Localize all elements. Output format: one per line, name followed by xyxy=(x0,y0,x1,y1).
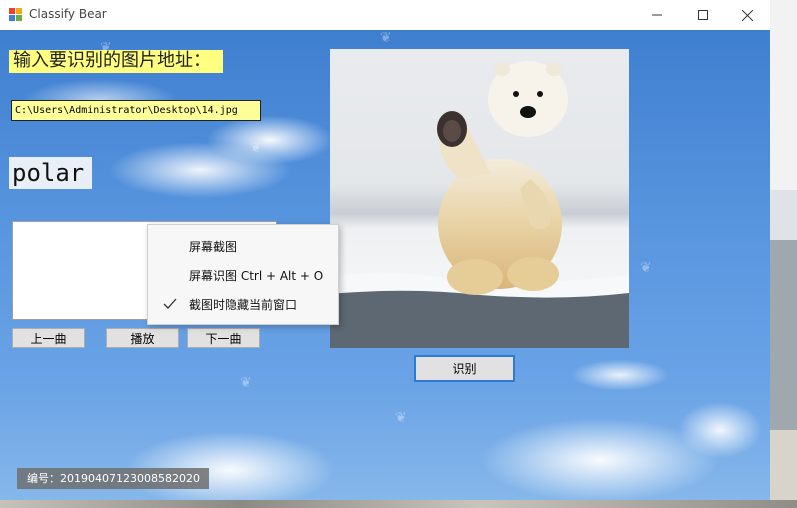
menu-item-hide-window-on-capture[interactable]: 截图时隐藏当前窗口 xyxy=(148,290,338,318)
serial-number-label: 编号：20190407123008582020 xyxy=(17,468,209,489)
watermark-icon: ❦ xyxy=(250,140,262,156)
menu-item-label: 屏幕识图 Ctrl + Alt + O xyxy=(189,268,324,283)
close-icon xyxy=(741,9,753,21)
watermark-icon: ❦ xyxy=(380,30,392,46)
close-button[interactable] xyxy=(724,0,770,30)
maximize-icon xyxy=(698,10,708,20)
menu-item-label: 截图时隐藏当前窗口 xyxy=(189,297,298,312)
classification-result-label: polar xyxy=(9,157,93,189)
app-icon xyxy=(9,8,22,21)
image-path-input[interactable] xyxy=(11,100,261,121)
minimize-button[interactable] xyxy=(634,0,680,30)
maximize-button[interactable] xyxy=(680,0,726,30)
play-button[interactable]: 播放 xyxy=(106,328,179,348)
watermark-icon: ❦ xyxy=(640,260,652,276)
window-title: Classify Bear xyxy=(29,7,107,21)
menu-item-screen-ocr[interactable]: 屏幕识图 Ctrl + Alt + O xyxy=(148,261,338,289)
minimize-icon xyxy=(652,14,662,16)
image-path-prompt-label: 输入要识别的图片地址： xyxy=(9,50,223,73)
recognize-button[interactable]: 识别 xyxy=(414,355,515,382)
menu-item-label: 屏幕截图 xyxy=(189,239,238,254)
polar-bear-image xyxy=(330,49,629,348)
previous-song-button[interactable]: 上一曲 xyxy=(12,328,85,348)
screenshot-context-menu: 屏幕截图 屏幕识图 Ctrl + Alt + O 截图时隐藏当前窗口 xyxy=(147,224,339,325)
next-song-button[interactable]: 下一曲 xyxy=(187,328,260,348)
desktop-background-right xyxy=(770,0,797,508)
menu-item-screen-capture[interactable]: 屏幕截图 xyxy=(148,232,338,260)
desktop-background-bottom xyxy=(0,500,797,508)
client-area: ❦ ❦ ❦ ❦ ❦ ❦ 输入要识别的图片地址： polar 上一曲 播放 下一曲 xyxy=(0,30,770,500)
watermark-icon: ❦ xyxy=(240,375,252,391)
checkmark-icon xyxy=(163,298,177,309)
watermark-icon: ❦ xyxy=(395,410,407,426)
title-bar[interactable]: Classify Bear xyxy=(0,0,770,30)
polar-bear-illustration xyxy=(330,61,629,348)
app-window: Classify Bear ❦ ❦ ❦ ❦ ❦ ❦ 输入要识别的图片地址： po… xyxy=(0,0,770,500)
